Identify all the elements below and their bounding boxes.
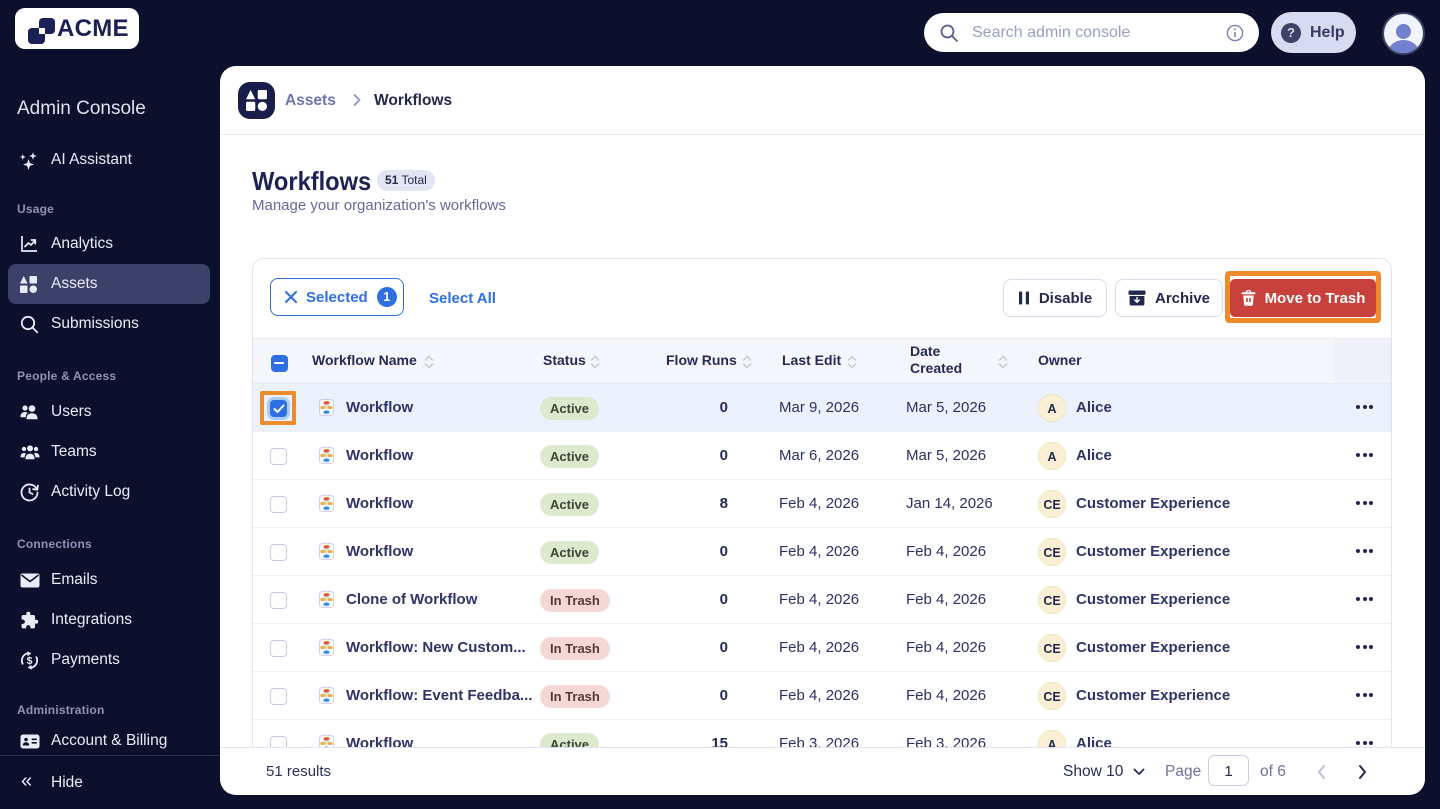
svg-text:$: $ [27, 655, 33, 667]
